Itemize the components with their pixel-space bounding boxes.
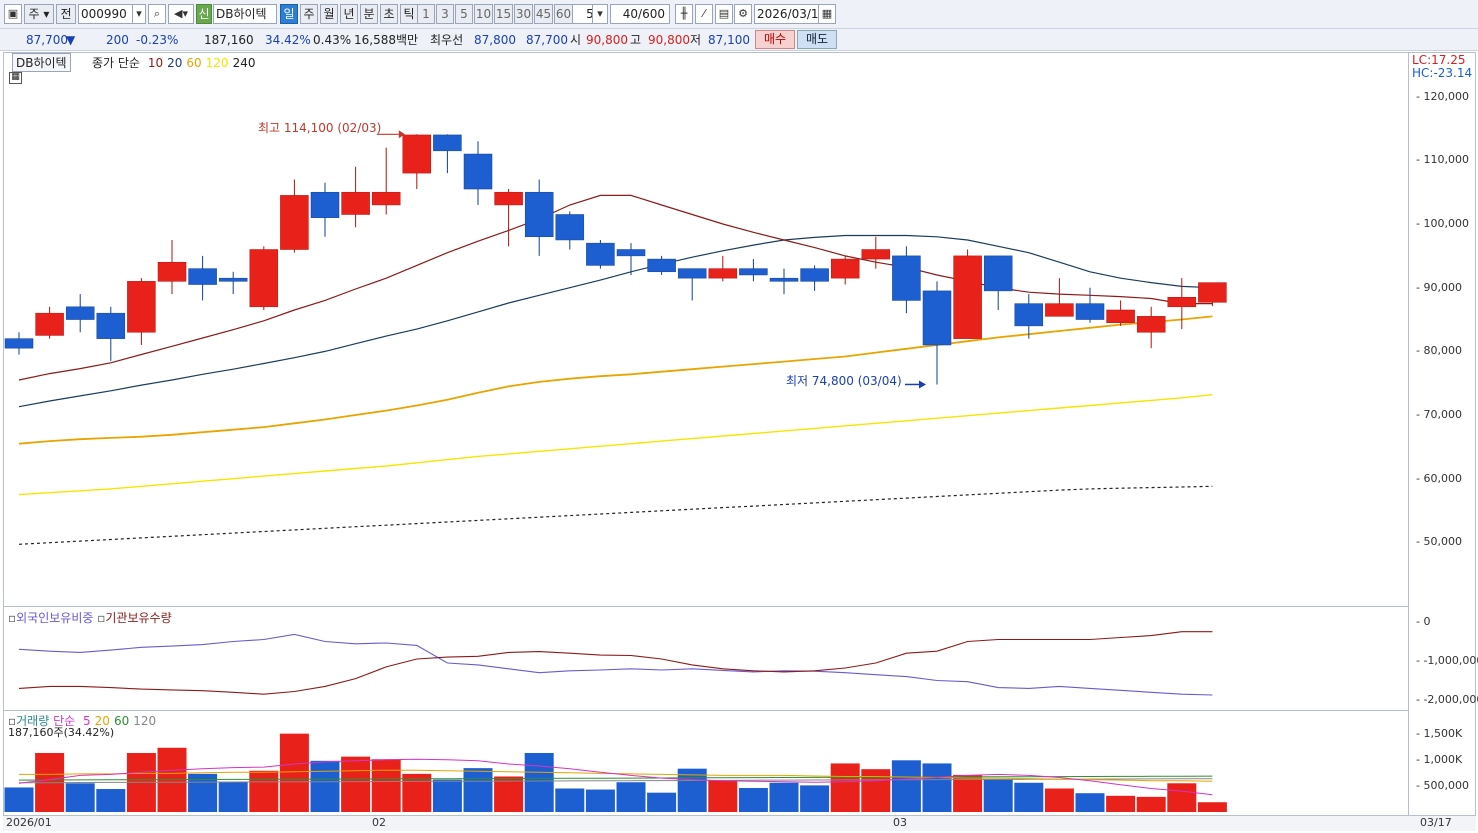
candle-body [65,306,95,320]
candle-body [892,255,921,301]
candle-body [739,268,768,276]
volume-bar [891,760,921,812]
volume-bar [585,789,615,812]
volume-bar [1075,793,1105,812]
ma240-line [18,485,1213,545]
candle-body [494,191,523,206]
candle-body [861,249,891,260]
candle-body [371,191,401,206]
candle-body [922,290,952,346]
candle-body [1167,297,1197,308]
candle-body [188,268,217,285]
candle-body [708,268,738,279]
candle-body [341,191,370,215]
volume-bar [1197,802,1227,812]
candle-body [1136,316,1166,333]
volume-bar [1136,796,1166,812]
candle-body [1014,303,1044,327]
volume-bar [279,733,309,812]
foreign-ratio-line [18,633,1213,696]
candle-body [157,261,187,282]
candle-body [96,312,126,339]
candle-body [1075,303,1105,320]
volume-bar [1014,782,1044,812]
low-arrow-icon [919,380,926,389]
volume-bar [249,770,279,812]
candle-body [1198,282,1227,303]
volume-bar [4,787,34,812]
candle-body [647,258,676,273]
candle-body [555,214,585,241]
candle-body [1045,303,1074,317]
candle-body [677,268,707,279]
candle-body [830,258,860,279]
candle-body [4,338,34,349]
volume-bar [310,760,340,812]
volume-bar [494,776,524,812]
candle-body [402,134,432,174]
candle-body [35,312,64,336]
candle-body [586,242,615,266]
volume-bar [769,782,799,812]
volume-bar [1106,795,1136,812]
candle-body [127,281,156,333]
candle-body [983,255,1013,292]
volume-bar [616,782,646,812]
volume-bar [953,774,983,812]
volume-bar [218,781,248,812]
ma60-line [18,315,1213,445]
candle-body [769,277,799,282]
volume-bar [341,756,371,812]
ma120-line [18,394,1213,496]
volume-bar [647,792,677,812]
candle-body [310,191,340,218]
volume-bar [1167,783,1197,812]
volume-bar [402,773,432,812]
chart-canvas[interactable] [0,0,1478,833]
candle-body [218,277,248,282]
candle-body [524,191,554,238]
volume-bar [830,763,860,812]
volume-bar [922,763,952,812]
candle-body [953,255,982,339]
candle-body [1106,309,1135,323]
volume-bar [800,785,830,812]
candle-body [249,249,279,308]
candle-body [463,153,493,190]
institution-line [18,631,1213,695]
volume-bar [463,768,493,812]
volume-bar [524,752,554,812]
candle-body [280,195,309,250]
ma10-line [18,194,1213,381]
candle-body [800,268,829,282]
volume-bar [432,779,462,812]
volume-bar [555,788,585,812]
volume-bar [861,769,891,812]
volume-bar [65,783,95,812]
candle-body [433,134,462,152]
volume-bar [708,780,738,812]
volume-bar [738,787,768,812]
volume-bar [1044,788,1074,812]
volume-bar [371,759,401,812]
volume-bar [983,779,1013,812]
candle-body [616,249,646,257]
volume-bar [96,789,126,812]
